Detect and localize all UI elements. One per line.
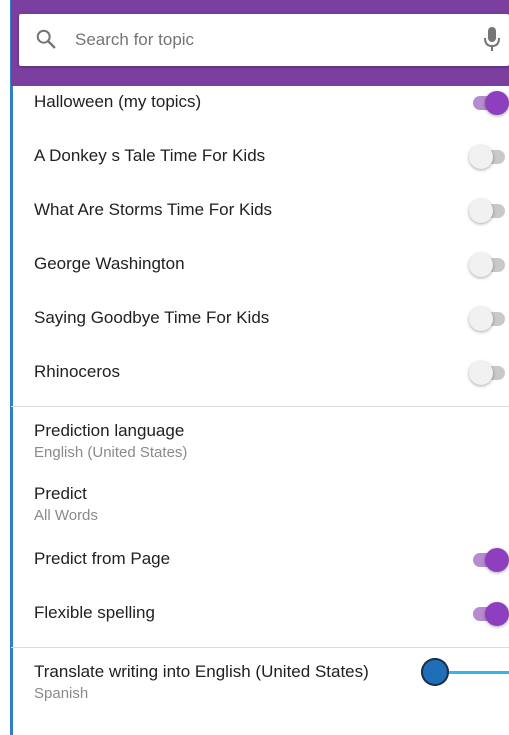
- section-divider: [11, 647, 509, 648]
- topic-toggle[interactable]: [469, 145, 509, 169]
- toggle-thumb: [469, 145, 493, 169]
- search-bar[interactable]: [19, 14, 509, 66]
- topic-toggle[interactable]: [469, 307, 509, 331]
- topic-row[interactable]: What Are Storms Time For Kids: [11, 184, 509, 238]
- prediction-language-value: English (United States): [34, 444, 188, 461]
- topic-label: Rhinoceros: [34, 362, 120, 381]
- mic-icon[interactable]: [483, 26, 501, 52]
- topic-label: Saying Goodbye Time For Kids: [34, 308, 270, 327]
- search-header: [11, 0, 509, 86]
- toggle-thumb: [469, 199, 493, 223]
- topic-row[interactable]: Saying Goodbye Time For Kids: [11, 292, 509, 346]
- predict-value: All Words: [34, 507, 98, 524]
- toggle-thumb: [469, 361, 493, 385]
- toggle-thumb: [485, 91, 509, 115]
- toggle-thumb: [485, 548, 509, 572]
- topic-row[interactable]: Halloween (my topics): [11, 76, 509, 130]
- topic-toggle[interactable]: [469, 361, 509, 385]
- translate-title: Translate writing into English (United S…: [34, 662, 369, 681]
- translate-slider-handle[interactable]: [421, 658, 449, 686]
- predict-from-page-row[interactable]: Predict from Page: [11, 533, 509, 587]
- search-input[interactable]: [75, 27, 455, 53]
- search-icon: [36, 29, 56, 49]
- predict-title: Predict: [34, 484, 87, 503]
- topic-label: George Washington: [34, 254, 185, 273]
- topic-label: What Are Storms Time For Kids: [34, 200, 273, 219]
- flexible-spelling-toggle[interactable]: [469, 602, 509, 626]
- flexible-spelling-label: Flexible spelling: [34, 603, 155, 622]
- toggle-thumb: [469, 307, 493, 331]
- topic-toggle[interactable]: [469, 253, 509, 277]
- translate-value: Spanish: [34, 685, 89, 702]
- topic-label: Halloween (my topics): [34, 92, 202, 111]
- section-divider: [11, 406, 509, 407]
- topic-toggle[interactable]: [469, 91, 509, 115]
- predict-from-page-label: Predict from Page: [34, 549, 171, 568]
- flexible-spelling-row[interactable]: Flexible spelling: [11, 587, 509, 641]
- predict-from-page-toggle[interactable]: [469, 548, 509, 572]
- topic-toggle[interactable]: [469, 199, 509, 223]
- topic-row[interactable]: Rhinoceros: [11, 346, 509, 400]
- toggle-thumb: [469, 253, 493, 277]
- topic-row[interactable]: George Washington: [11, 238, 509, 292]
- prediction-language-title: Prediction language: [34, 421, 185, 440]
- prediction-language-setting[interactable]: Prediction language English (United Stat…: [11, 421, 509, 467]
- topic-label: A Donkey s Tale Time For Kids: [34, 146, 266, 165]
- topic-row[interactable]: A Donkey s Tale Time For Kids: [11, 130, 509, 184]
- toggle-thumb: [485, 602, 509, 626]
- predict-setting[interactable]: Predict All Words: [11, 484, 509, 530]
